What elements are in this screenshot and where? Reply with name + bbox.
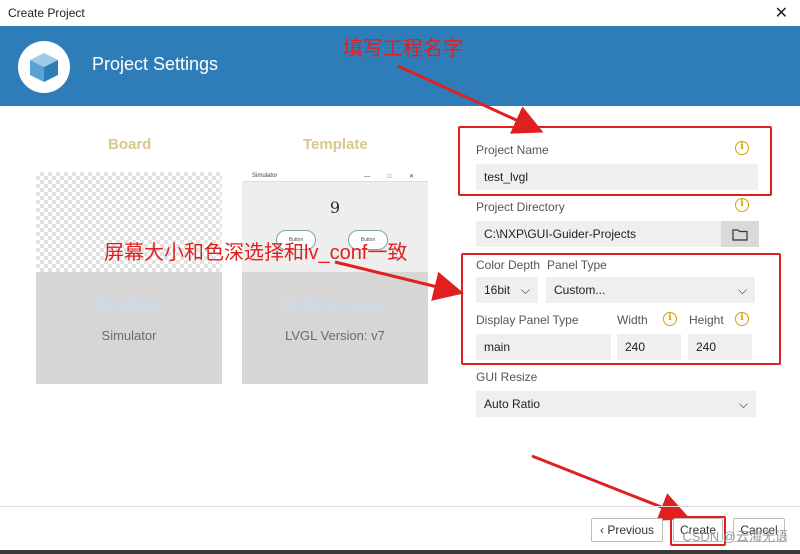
annotation-name-note: 填写工程名字 [343, 38, 463, 60]
preview-counter: 9 [329, 198, 341, 217]
info-icon[interactable]: i [735, 198, 749, 212]
annotation-box-project-name [458, 126, 772, 196]
gui-resize-value: Auto Ratio [484, 397, 541, 411]
template-card-name: ButtonCounter [282, 296, 388, 313]
project-directory-label: Project Directory [476, 200, 565, 214]
cube-icon [18, 41, 70, 93]
folder-browse-button[interactable] [721, 221, 759, 247]
window-titlebar: Create Project ✕ [0, 0, 800, 26]
board-card-subtitle: Simulator [101, 328, 157, 343]
annotation-screen-note: 屏幕大小和色深选择和lv_conf一致 [104, 242, 408, 264]
template-card-subtitle: LVGL Version: v7 [285, 328, 385, 343]
template-card-buttoncounter[interactable]: Simulator — □ ✕ 9 Button Button ButtonCo… [242, 172, 428, 384]
gui-resize-select[interactable]: Auto Ratio ⌵ [476, 391, 756, 417]
close-icon[interactable]: ✕ [775, 3, 788, 23]
template-column-title: Template [303, 136, 368, 153]
folder-icon [732, 228, 748, 241]
previous-button[interactable]: ‹ Previous [591, 518, 663, 542]
preview-window-controls: — □ ✕ [364, 174, 422, 180]
gui-resize-label: GUI Resize [476, 370, 538, 384]
window-title: Create Project [8, 6, 85, 20]
board-card-name: Simulator [94, 296, 164, 313]
preview-window-bar: Simulator — □ ✕ [242, 172, 428, 182]
csdn-watermark: CSDN @云海无语 [682, 529, 788, 544]
project-directory-input[interactable]: C:\NXP\GUI-Guider-Projects [476, 221, 722, 247]
chevron-down-icon: ⌵ [738, 397, 748, 411]
preview-window-title: Simulator [252, 173, 278, 179]
footer-divider [0, 506, 800, 507]
taskbar-strip [0, 550, 800, 554]
board-column-title: Board [108, 136, 152, 153]
annotation-box-screen-settings [461, 253, 781, 365]
board-card-simulator[interactable]: Simulator Simulator [36, 172, 222, 384]
page-title: Project Settings [92, 54, 219, 74]
